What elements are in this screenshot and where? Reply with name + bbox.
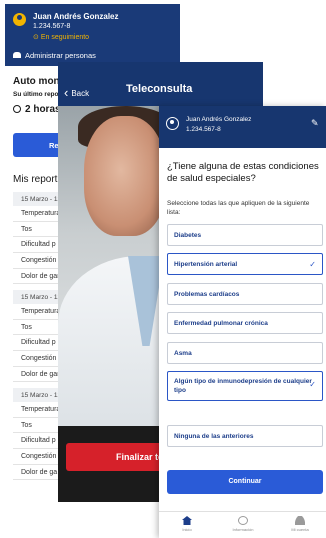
option-label: Asma <box>174 350 192 357</box>
back-button[interactable]: Back <box>64 85 89 100</box>
manage-people-link[interactable]: Administrar personas <box>13 51 96 60</box>
video-title: Teleconsulta <box>126 83 193 95</box>
option-inmunodepresion[interactable]: Algún tipo de inmunodepresión de cualqui… <box>167 371 323 401</box>
manage-people-label: Administrar personas <box>25 51 96 60</box>
my-reports-title: Mis report <box>13 174 58 185</box>
user-id: 1.234.567-8 <box>186 126 221 133</box>
user-avatar-icon <box>13 13 26 26</box>
nav-info-label: Información <box>232 527 254 532</box>
option-diabetes[interactable]: Diabetes <box>167 224 323 246</box>
conditions-screen: Juan Andrés Gonzalez 1.234.567-8 ✎ ¿Tien… <box>159 106 326 538</box>
option-label: Enfermedad pulmonar crónica <box>174 320 268 327</box>
home-header: Juan Andrés Gonzalez 1.234.567-8 ⊙ En se… <box>5 4 180 66</box>
question-hint: Seleccione todas las que apliquen de la … <box>167 200 310 216</box>
option-problemas-cardiacos[interactable]: Problemas cardíacos <box>167 283 323 305</box>
user-name: Juan Andrés Gonzalez <box>186 116 252 123</box>
nav-account-label: Mi cuenta <box>291 527 309 532</box>
option-hipertension[interactable]: Hipertensión arterial ✓ <box>167 253 323 275</box>
question-title: ¿Tiene alguna de estas condiciones de sa… <box>167 161 319 184</box>
option-label: Algún tipo de inmunodepresión de cualqui… <box>174 378 312 394</box>
video-header: Back Teleconsulta <box>58 62 263 106</box>
hours-value: 2 horas <box>25 104 61 115</box>
option-label: Diabetes <box>174 232 202 239</box>
user-id: 1.234.567-8 <box>33 23 71 30</box>
last-report-label: Su último repo <box>13 91 59 98</box>
nav-info[interactable]: Información <box>223 516 263 532</box>
checkmark-icon: ✓ <box>309 260 316 269</box>
option-label: Problemas cardíacos <box>174 291 240 298</box>
continue-button[interactable]: Continuar <box>167 470 323 494</box>
nav-account[interactable]: Mi cuenta <box>280 516 320 532</box>
nav-home-label: Inicio <box>182 527 192 532</box>
status-badge: ⊙ En seguimiento <box>33 34 90 41</box>
auto-monitoring-title: Auto moni <box>13 76 63 87</box>
last-report-time: 2 horas <box>13 104 61 115</box>
status-text: En seguimiento <box>40 34 90 41</box>
conditions-header: Juan Andrés Gonzalez 1.234.567-8 ✎ <box>159 106 326 148</box>
checkmark-icon: ✓ <box>309 380 316 389</box>
nav-home[interactable]: Inicio <box>167 516 207 532</box>
option-label: Ninguna de las anteriores <box>174 433 254 440</box>
edit-pencil-icon[interactable]: ✎ <box>311 118 321 128</box>
clock-icon <box>13 105 21 113</box>
option-asma[interactable]: Asma <box>167 342 323 364</box>
option-enfermedad-pulmonar[interactable]: Enfermedad pulmonar crónica <box>167 312 323 334</box>
user-name: Juan Andrés Gonzalez <box>33 12 119 21</box>
people-icon <box>13 52 21 58</box>
home-icon <box>182 516 192 525</box>
user-icon <box>295 516 305 525</box>
info-icon <box>238 516 248 525</box>
bottom-nav: Inicio Información Mi cuenta <box>159 511 326 538</box>
option-label: Hipertensión arterial <box>174 261 238 268</box>
user-avatar-icon <box>166 117 179 130</box>
doctor-face <box>84 116 166 236</box>
option-ninguna[interactable]: Ninguna de las anteriores <box>167 425 323 447</box>
